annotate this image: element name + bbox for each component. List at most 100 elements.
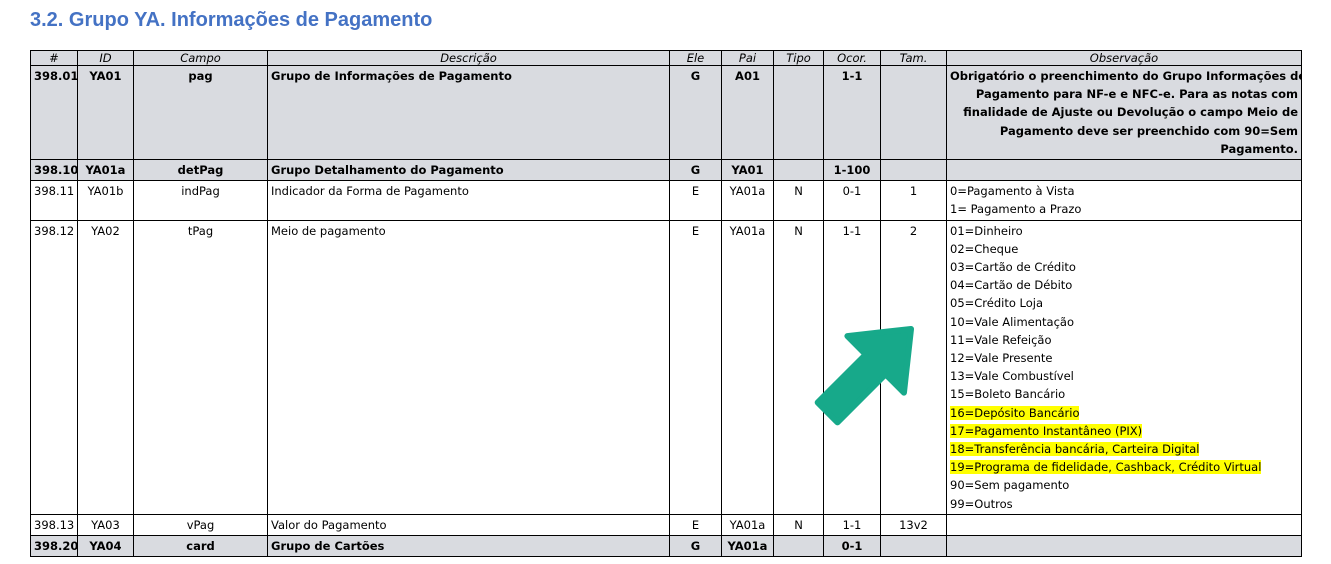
- cell-num: 398.12: [30, 219, 78, 515]
- observacao-line: 03=Cartão de Crédito: [950, 260, 1076, 275]
- observacao-line: 01=Dinheiro: [950, 223, 1023, 238]
- cell-ele: E: [669, 180, 722, 221]
- cell-campo: detPag: [133, 159, 268, 182]
- header-pai: Pai: [721, 50, 774, 66]
- cell-observacao: 01=Dinheiro 02=Cheque 03=Cartão de Crédito…: [946, 219, 1302, 515]
- cell-id: YA01b: [77, 180, 134, 221]
- cell-id: YA02: [77, 219, 134, 515]
- cell-ocor: 1-1: [823, 219, 881, 515]
- header-campo: Campo: [133, 50, 268, 66]
- cell-tipo: [773, 64, 824, 161]
- observacao-line: 1= Pagamento a Prazo: [950, 202, 1082, 217]
- section-title: 3.2. Grupo YA. Informações de Pagamento: [30, 9, 433, 31]
- observacao-line: 99=Outros: [950, 496, 1013, 511]
- cell-pai: A01: [721, 64, 774, 161]
- table-row: 398.01 YA01 pag Grupo de Informações de Pag…: [30, 64, 1302, 161]
- observacao-line: 17=Pagamento Instantâneo (PIX): [950, 423, 1143, 438]
- header-id: ID: [77, 50, 134, 66]
- table-header-row: # ID Campo Descrição Ele Pai Tipo Ocor. …: [30, 50, 1302, 66]
- cell-pai: YA01a: [721, 180, 774, 221]
- header-num: #: [30, 50, 78, 66]
- cell-pai: YA01a: [721, 219, 774, 515]
- cell-campo: indPag: [133, 180, 268, 221]
- cell-tam: 2: [880, 219, 947, 515]
- cell-num: 398.01: [30, 64, 78, 161]
- cell-id: YA01a: [77, 159, 134, 182]
- observacao-line: 0=Pagamento à Vista: [950, 184, 1075, 199]
- header-ocor: Ocor.: [823, 50, 881, 66]
- table-row: 398.20 YA04 card Grupo de Cartões G YA01a 0-1: [30, 535, 1302, 558]
- cell-campo: vPag: [133, 513, 268, 537]
- cell-ele: G: [669, 535, 722, 558]
- cell-num: 398.20: [30, 535, 78, 558]
- cell-ocor: 1-1: [823, 64, 881, 161]
- cell-tipo: [773, 159, 824, 182]
- observacao-line: 11=Vale Refeição: [950, 332, 1052, 347]
- cell-observacao: [946, 159, 1302, 182]
- cell-pai: YA01: [721, 159, 774, 182]
- observacao-line: Pagamento deve ser preenchido com 90=Sem: [999, 123, 1298, 138]
- cell-descricao: Grupo de Cartões: [267, 535, 670, 558]
- cell-observacao: [946, 513, 1302, 537]
- cell-observacao: Obrigatório o preenchimento do Grupo Inf…: [946, 64, 1302, 161]
- observacao-line: 16=Depósito Bancário: [950, 405, 1080, 420]
- observacao-line: 90=Sem pagamento: [950, 478, 1070, 493]
- cell-observacao: 0=Pagamento à Vista 1= Pagamento a Prazo: [946, 180, 1302, 221]
- observacao-line: 18=Transferência bancária, Carteira Digi…: [950, 442, 1200, 457]
- cell-campo: tPag: [133, 219, 268, 515]
- observacao-line: 15=Boleto Bancário: [950, 387, 1066, 402]
- cell-num: 398.10: [30, 159, 78, 182]
- observacao-line: 10=Vale Alimentação: [950, 314, 1075, 329]
- header-descricao: Descrição: [267, 50, 670, 66]
- observacao-line: 02=Cheque: [950, 241, 1019, 256]
- cell-tam: [880, 159, 947, 182]
- observacao-line: 05=Crédito Loja: [950, 296, 1044, 311]
- cell-id: YA01: [77, 64, 134, 161]
- observacao-line: Pagamento para NF-e e NFC-e. Para as not…: [975, 87, 1298, 102]
- cell-tam: [880, 64, 947, 161]
- cell-num: 398.11: [30, 180, 78, 221]
- cell-descricao: Meio de pagamento: [267, 219, 670, 515]
- observacao-line: Pagamento.: [1220, 141, 1298, 156]
- cell-ele: G: [669, 159, 722, 182]
- cell-tam: 1: [880, 180, 947, 221]
- observacao-line: finalidade de Ajuste ou Devolução o camp…: [963, 105, 1298, 120]
- payment-fields-table: # ID Campo Descrição Ele Pai Tipo Ocor. …: [30, 50, 1302, 558]
- cell-tipo: N: [773, 219, 824, 515]
- header-tipo: Tipo: [773, 50, 824, 66]
- cell-tipo: N: [773, 180, 824, 221]
- observacao-line: 12=Vale Presente: [950, 351, 1053, 366]
- cell-tam: [880, 535, 947, 558]
- observacao-line: 13=Vale Combustível: [950, 369, 1074, 384]
- header-ele: Ele: [669, 50, 722, 66]
- observacao-line: 19=Programa de fidelidade, Cashback, Cré…: [950, 460, 1262, 475]
- cell-campo: pag: [133, 64, 268, 161]
- table-row: 398.13 YA03 vPag Valor do Pagamento E YA01a N 1…: [30, 513, 1302, 537]
- cell-num: 398.13: [30, 513, 78, 537]
- cell-ocor: 1-100: [823, 159, 881, 182]
- cell-ele: E: [669, 513, 722, 537]
- cell-pai: YA01a: [721, 535, 774, 558]
- cell-descricao: Valor do Pagamento: [267, 513, 670, 537]
- table-row: 398.10 YA01a detPag Grupo Detalhamento do P…: [30, 159, 1302, 182]
- observacao-line: 04=Cartão de Débito: [950, 278, 1073, 293]
- cell-campo: card: [133, 535, 268, 558]
- cell-tipo: [773, 535, 824, 558]
- cell-id: YA04: [77, 535, 134, 558]
- cell-ocor: 1-1: [823, 513, 881, 537]
- cell-ele: G: [669, 64, 722, 161]
- cell-tam: 13v2: [880, 513, 947, 537]
- cell-ocor: 0-1: [823, 535, 881, 558]
- cell-id: YA03: [77, 513, 134, 537]
- observacao-line: Obrigatório o preenchimento do Grupo Inf…: [950, 69, 1302, 83]
- cell-ocor: 0-1: [823, 180, 881, 221]
- header-observacao: Observação: [946, 50, 1302, 66]
- table-row: 398.11 YA01b indPag Indicador da Forma de P…: [30, 180, 1302, 221]
- cell-pai: YA01a: [721, 513, 774, 537]
- cell-descricao: Grupo Detalhamento do Pagamento: [267, 159, 670, 182]
- cell-descricao: Indicador da Forma de Pagamento: [267, 180, 670, 221]
- cell-ele: E: [669, 219, 722, 515]
- header-tam: Tam.: [880, 50, 947, 66]
- cell-tipo: N: [773, 513, 824, 537]
- cell-descricao: Grupo de Informações de Pagamento: [267, 64, 670, 161]
